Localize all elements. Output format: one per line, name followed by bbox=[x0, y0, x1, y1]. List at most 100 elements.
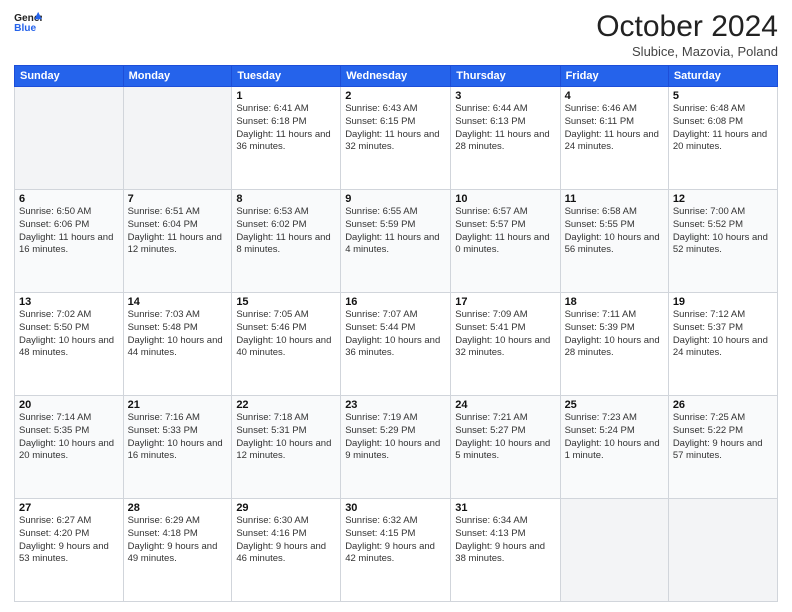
day-number: 5 bbox=[673, 90, 773, 102]
day-info: Sunrise: 7:25 AM Sunset: 5:22 PM Dayligh… bbox=[673, 412, 773, 463]
col-header-monday: Monday bbox=[123, 66, 232, 87]
day-number: 15 bbox=[236, 296, 336, 308]
col-header-saturday: Saturday bbox=[668, 66, 777, 87]
day-info: Sunrise: 7:23 AM Sunset: 5:24 PM Dayligh… bbox=[565, 412, 664, 463]
day-cell bbox=[668, 499, 777, 602]
day-number: 31 bbox=[455, 502, 555, 514]
day-cell: 19 Sunrise: 7:12 AM Sunset: 5:37 PM Dayl… bbox=[668, 293, 777, 396]
day-cell: 12 Sunrise: 7:00 AM Sunset: 5:52 PM Dayl… bbox=[668, 190, 777, 293]
day-number: 2 bbox=[345, 90, 446, 102]
month-title: October 2024 bbox=[596, 10, 778, 44]
day-info: Sunrise: 6:46 AM Sunset: 6:11 PM Dayligh… bbox=[565, 103, 664, 154]
day-number: 20 bbox=[19, 399, 119, 411]
day-info: Sunrise: 7:12 AM Sunset: 5:37 PM Dayligh… bbox=[673, 309, 773, 360]
col-header-friday: Friday bbox=[560, 66, 668, 87]
location: Slubice, Mazovia, Poland bbox=[596, 44, 778, 59]
day-number: 7 bbox=[128, 193, 228, 205]
day-info: Sunrise: 6:50 AM Sunset: 6:06 PM Dayligh… bbox=[19, 206, 119, 257]
week-row-5: 27 Sunrise: 6:27 AM Sunset: 4:20 PM Dayl… bbox=[15, 499, 778, 602]
day-info: Sunrise: 6:30 AM Sunset: 4:16 PM Dayligh… bbox=[236, 515, 336, 566]
day-info: Sunrise: 7:21 AM Sunset: 5:27 PM Dayligh… bbox=[455, 412, 555, 463]
day-cell: 22 Sunrise: 7:18 AM Sunset: 5:31 PM Dayl… bbox=[232, 396, 341, 499]
title-block: October 2024 Slubice, Mazovia, Poland bbox=[596, 10, 778, 59]
day-number: 17 bbox=[455, 296, 555, 308]
logo-icon: General Blue bbox=[14, 10, 42, 34]
day-number: 23 bbox=[345, 399, 446, 411]
calendar-header-row: SundayMondayTuesdayWednesdayThursdayFrid… bbox=[15, 66, 778, 87]
day-cell: 8 Sunrise: 6:53 AM Sunset: 6:02 PM Dayli… bbox=[232, 190, 341, 293]
logo: General Blue bbox=[14, 10, 42, 34]
day-number: 26 bbox=[673, 399, 773, 411]
day-cell: 4 Sunrise: 6:46 AM Sunset: 6:11 PM Dayli… bbox=[560, 87, 668, 190]
day-number: 30 bbox=[345, 502, 446, 514]
day-number: 16 bbox=[345, 296, 446, 308]
day-cell: 21 Sunrise: 7:16 AM Sunset: 5:33 PM Dayl… bbox=[123, 396, 232, 499]
day-info: Sunrise: 6:58 AM Sunset: 5:55 PM Dayligh… bbox=[565, 206, 664, 257]
svg-text:Blue: Blue bbox=[14, 23, 36, 34]
week-row-3: 13 Sunrise: 7:02 AM Sunset: 5:50 PM Dayl… bbox=[15, 293, 778, 396]
day-cell: 20 Sunrise: 7:14 AM Sunset: 5:35 PM Dayl… bbox=[15, 396, 124, 499]
day-cell: 28 Sunrise: 6:29 AM Sunset: 4:18 PM Dayl… bbox=[123, 499, 232, 602]
day-number: 28 bbox=[128, 502, 228, 514]
day-cell: 14 Sunrise: 7:03 AM Sunset: 5:48 PM Dayl… bbox=[123, 293, 232, 396]
day-cell: 9 Sunrise: 6:55 AM Sunset: 5:59 PM Dayli… bbox=[341, 190, 451, 293]
day-info: Sunrise: 6:53 AM Sunset: 6:02 PM Dayligh… bbox=[236, 206, 336, 257]
day-cell: 15 Sunrise: 7:05 AM Sunset: 5:46 PM Dayl… bbox=[232, 293, 341, 396]
day-info: Sunrise: 7:03 AM Sunset: 5:48 PM Dayligh… bbox=[128, 309, 228, 360]
day-cell: 7 Sunrise: 6:51 AM Sunset: 6:04 PM Dayli… bbox=[123, 190, 232, 293]
day-cell: 11 Sunrise: 6:58 AM Sunset: 5:55 PM Dayl… bbox=[560, 190, 668, 293]
day-number: 10 bbox=[455, 193, 555, 205]
day-number: 9 bbox=[345, 193, 446, 205]
day-cell: 27 Sunrise: 6:27 AM Sunset: 4:20 PM Dayl… bbox=[15, 499, 124, 602]
day-number: 21 bbox=[128, 399, 228, 411]
day-info: Sunrise: 6:41 AM Sunset: 6:18 PM Dayligh… bbox=[236, 103, 336, 154]
day-info: Sunrise: 6:57 AM Sunset: 5:57 PM Dayligh… bbox=[455, 206, 555, 257]
day-info: Sunrise: 7:18 AM Sunset: 5:31 PM Dayligh… bbox=[236, 412, 336, 463]
day-info: Sunrise: 6:29 AM Sunset: 4:18 PM Dayligh… bbox=[128, 515, 228, 566]
day-number: 4 bbox=[565, 90, 664, 102]
day-info: Sunrise: 6:48 AM Sunset: 6:08 PM Dayligh… bbox=[673, 103, 773, 154]
day-number: 8 bbox=[236, 193, 336, 205]
day-number: 13 bbox=[19, 296, 119, 308]
day-number: 29 bbox=[236, 502, 336, 514]
day-number: 6 bbox=[19, 193, 119, 205]
day-info: Sunrise: 6:51 AM Sunset: 6:04 PM Dayligh… bbox=[128, 206, 228, 257]
col-header-tuesday: Tuesday bbox=[232, 66, 341, 87]
week-row-1: 1 Sunrise: 6:41 AM Sunset: 6:18 PM Dayli… bbox=[15, 87, 778, 190]
day-cell: 13 Sunrise: 7:02 AM Sunset: 5:50 PM Dayl… bbox=[15, 293, 124, 396]
day-info: Sunrise: 7:16 AM Sunset: 5:33 PM Dayligh… bbox=[128, 412, 228, 463]
day-number: 3 bbox=[455, 90, 555, 102]
day-number: 19 bbox=[673, 296, 773, 308]
day-cell: 26 Sunrise: 7:25 AM Sunset: 5:22 PM Dayl… bbox=[668, 396, 777, 499]
day-cell bbox=[560, 499, 668, 602]
day-cell: 5 Sunrise: 6:48 AM Sunset: 6:08 PM Dayli… bbox=[668, 87, 777, 190]
day-info: Sunrise: 6:44 AM Sunset: 6:13 PM Dayligh… bbox=[455, 103, 555, 154]
day-cell: 17 Sunrise: 7:09 AM Sunset: 5:41 PM Dayl… bbox=[451, 293, 560, 396]
day-cell: 29 Sunrise: 6:30 AM Sunset: 4:16 PM Dayl… bbox=[232, 499, 341, 602]
day-info: Sunrise: 7:11 AM Sunset: 5:39 PM Dayligh… bbox=[565, 309, 664, 360]
calendar-table: SundayMondayTuesdayWednesdayThursdayFrid… bbox=[14, 65, 778, 602]
day-number: 25 bbox=[565, 399, 664, 411]
day-number: 24 bbox=[455, 399, 555, 411]
day-info: Sunrise: 6:34 AM Sunset: 4:13 PM Dayligh… bbox=[455, 515, 555, 566]
day-info: Sunrise: 7:07 AM Sunset: 5:44 PM Dayligh… bbox=[345, 309, 446, 360]
day-cell: 23 Sunrise: 7:19 AM Sunset: 5:29 PM Dayl… bbox=[341, 396, 451, 499]
day-number: 22 bbox=[236, 399, 336, 411]
day-cell bbox=[123, 87, 232, 190]
day-cell bbox=[15, 87, 124, 190]
day-info: Sunrise: 6:43 AM Sunset: 6:15 PM Dayligh… bbox=[345, 103, 446, 154]
day-number: 14 bbox=[128, 296, 228, 308]
day-info: Sunrise: 7:19 AM Sunset: 5:29 PM Dayligh… bbox=[345, 412, 446, 463]
day-info: Sunrise: 7:14 AM Sunset: 5:35 PM Dayligh… bbox=[19, 412, 119, 463]
page-header: General Blue October 2024 Slubice, Mazov… bbox=[14, 10, 778, 59]
day-cell: 10 Sunrise: 6:57 AM Sunset: 5:57 PM Dayl… bbox=[451, 190, 560, 293]
day-number: 18 bbox=[565, 296, 664, 308]
day-cell: 6 Sunrise: 6:50 AM Sunset: 6:06 PM Dayli… bbox=[15, 190, 124, 293]
day-info: Sunrise: 6:32 AM Sunset: 4:15 PM Dayligh… bbox=[345, 515, 446, 566]
day-cell: 2 Sunrise: 6:43 AM Sunset: 6:15 PM Dayli… bbox=[341, 87, 451, 190]
day-cell: 1 Sunrise: 6:41 AM Sunset: 6:18 PM Dayli… bbox=[232, 87, 341, 190]
day-info: Sunrise: 7:05 AM Sunset: 5:46 PM Dayligh… bbox=[236, 309, 336, 360]
week-row-4: 20 Sunrise: 7:14 AM Sunset: 5:35 PM Dayl… bbox=[15, 396, 778, 499]
day-cell: 25 Sunrise: 7:23 AM Sunset: 5:24 PM Dayl… bbox=[560, 396, 668, 499]
day-info: Sunrise: 6:27 AM Sunset: 4:20 PM Dayligh… bbox=[19, 515, 119, 566]
